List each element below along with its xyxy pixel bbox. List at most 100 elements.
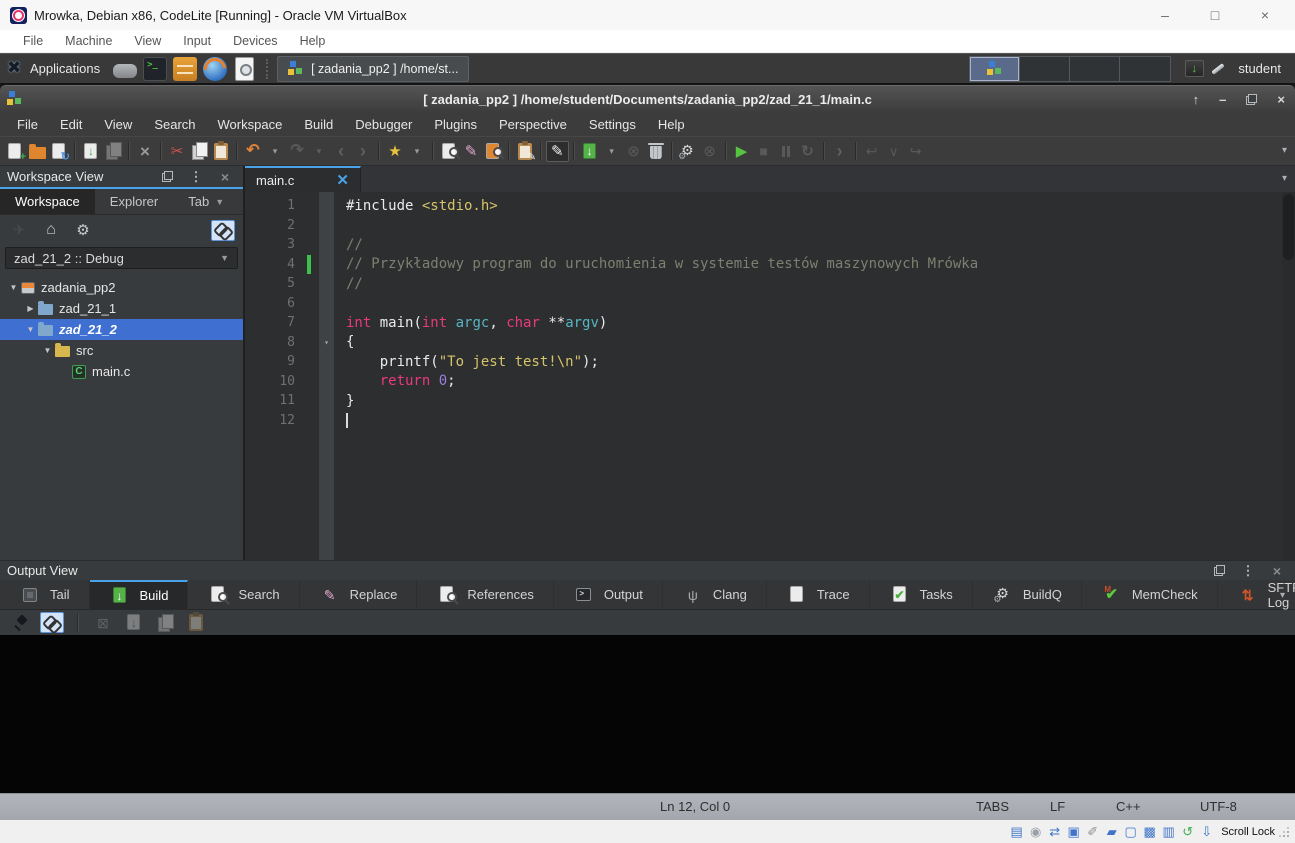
- cl-menu-item-plugins[interactable]: Plugins: [423, 117, 488, 132]
- editor-tab-main-c[interactable]: main.c ✕: [245, 166, 361, 192]
- output-tab-output[interactable]: Output: [554, 580, 663, 609]
- back-icon[interactable]: ‹: [330, 138, 352, 164]
- tools-tray-icon[interactable]: [1210, 60, 1228, 77]
- expander-icon[interactable]: ▼: [23, 325, 38, 334]
- build-dropdown-icon[interactable]: ▾: [601, 138, 623, 164]
- vbox-menu-item-machine[interactable]: Machine: [54, 34, 123, 48]
- clear-output-icon[interactable]: ⊠: [92, 610, 114, 636]
- pager-workspace-2[interactable]: [1020, 57, 1070, 81]
- tree-item-zad_21_1[interactable]: ▶zad_21_1: [0, 298, 243, 319]
- copy-icon[interactable]: [188, 138, 210, 164]
- rerun-icon[interactable]: ↻: [797, 138, 819, 164]
- codelite-titlebar[interactable]: [ zadania_pp2 ] /home/student/Documents/…: [0, 85, 1295, 112]
- tree-item-zad_21_2[interactable]: ▼zad_21_2: [0, 319, 243, 340]
- pane-menu-icon[interactable]: ⋮: [185, 164, 207, 190]
- undo-icon[interactable]: ↶: [242, 138, 264, 164]
- find-icon[interactable]: [438, 138, 460, 164]
- tree-item-main.c[interactable]: Cmain.c: [0, 361, 243, 382]
- vbox-menu-item-view[interactable]: View: [123, 34, 172, 48]
- workspace-tab-workspace[interactable]: Workspace: [0, 189, 95, 214]
- hdd-icon[interactable]: ▤: [1008, 824, 1025, 840]
- cl-menu-item-settings[interactable]: Settings: [578, 117, 647, 132]
- language-label[interactable]: C++: [1116, 799, 1141, 814]
- applications-menu-label[interactable]: Applications: [30, 61, 100, 76]
- editor-tabs-overflow-icon[interactable]: ▾: [1282, 173, 1287, 184]
- encoding-label[interactable]: UTF-8: [1200, 799, 1237, 814]
- eol-mode-label[interactable]: LF: [1050, 799, 1065, 814]
- run-icon[interactable]: ▶: [731, 138, 753, 164]
- network-icon[interactable]: ⇄: [1046, 824, 1063, 840]
- close-file-icon[interactable]: ×: [134, 138, 156, 164]
- cl-restore-button[interactable]: [1246, 94, 1257, 105]
- display-icon[interactable]: ▢: [1122, 824, 1139, 840]
- output-tab-trace[interactable]: Trace: [767, 580, 870, 609]
- updates-tray-icon[interactable]: [1185, 60, 1204, 77]
- step-in-icon[interactable]: ↪: [905, 138, 927, 164]
- save-output-icon[interactable]: ↓: [123, 610, 145, 636]
- pin-output-icon[interactable]: [9, 610, 31, 636]
- code-editor[interactable]: 1#include <stdio.h>23//4// Przykładowy p…: [245, 192, 1295, 560]
- usb-icon[interactable]: ✐: [1084, 824, 1101, 840]
- expander-icon[interactable]: ▼: [40, 346, 55, 355]
- output-tab-memcheck[interactable]: ✔MMemCheck: [1082, 580, 1218, 609]
- build-icon[interactable]: ↓: [579, 138, 601, 164]
- cl-minimize-button[interactable]: –: [1219, 93, 1226, 106]
- bookmark-icon[interactable]: ★: [384, 138, 406, 164]
- continue-icon[interactable]: ›: [829, 138, 851, 164]
- build-output-console[interactable]: [0, 635, 1295, 793]
- save-all-icon[interactable]: [102, 138, 124, 164]
- file-manager-icon[interactable]: [173, 57, 197, 81]
- stop-build-icon[interactable]: ⊗: [623, 138, 645, 164]
- goto-active-file-icon[interactable]: ✈: [8, 217, 30, 243]
- applications-menu-icon[interactable]: [6, 59, 26, 79]
- expander-icon[interactable]: ▶: [23, 304, 38, 313]
- auto-resize-icon[interactable]: ⇩: [1198, 824, 1215, 840]
- resize-grip[interactable]: [1279, 825, 1291, 839]
- save-file-icon[interactable]: ↓: [80, 138, 102, 164]
- vbox-close-button[interactable]: ×: [1257, 7, 1273, 23]
- vbox-menu-item-file[interactable]: File: [12, 34, 54, 48]
- output-tab-search[interactable]: Search: [188, 580, 299, 609]
- close-tab-icon[interactable]: ✕: [336, 171, 349, 189]
- tree-item-zadania_pp2[interactable]: ▼zadania_pp2: [0, 277, 243, 298]
- copy-output-icon[interactable]: [154, 610, 176, 636]
- reload-file-icon[interactable]: ↻: [48, 138, 70, 164]
- cl-menu-item-workspace[interactable]: Workspace: [207, 117, 294, 132]
- cl-close-button[interactable]: ×: [1277, 93, 1285, 106]
- step-out-icon[interactable]: ↩: [861, 138, 883, 164]
- pager-workspace-4[interactable]: [1120, 57, 1170, 81]
- close-pane-icon[interactable]: ×: [214, 164, 236, 190]
- bookmark-dropdown-icon[interactable]: ▾: [406, 138, 428, 164]
- vbox-menu-item-help[interactable]: Help: [289, 34, 337, 48]
- output-tab-buildq[interactable]: ⚙⚙BuildQ: [973, 580, 1082, 609]
- displays-icon[interactable]: ▣: [1065, 824, 1082, 840]
- editor-scrollbar[interactable]: [1282, 192, 1295, 560]
- terminal-icon[interactable]: [143, 57, 167, 81]
- forward-icon[interactable]: ›: [352, 138, 374, 164]
- cl-menu-item-debugger[interactable]: Debugger: [344, 117, 423, 132]
- windows-icon[interactable]: ▩: [1141, 824, 1158, 840]
- output-tab-references[interactable]: References: [417, 580, 553, 609]
- redo-icon[interactable]: ↷: [286, 138, 308, 164]
- optical-disc-icon[interactable]: ◉: [1027, 824, 1044, 840]
- output-tab-build[interactable]: ↓Build: [90, 580, 189, 609]
- cl-menu-item-help[interactable]: Help: [647, 117, 696, 132]
- float-pane-icon[interactable]: [156, 164, 178, 190]
- vbox-maximize-button[interactable]: □: [1207, 7, 1223, 23]
- stop-exec-icon[interactable]: ⊗: [699, 138, 721, 164]
- cl-menu-item-view[interactable]: View: [93, 117, 143, 132]
- fold-arrow-icon[interactable]: ▾: [319, 338, 334, 347]
- tree-item-src[interactable]: ▼src: [0, 340, 243, 361]
- step-over-icon[interactable]: ∨: [883, 138, 905, 164]
- paste-output-icon[interactable]: [185, 610, 207, 636]
- firefox-icon[interactable]: [203, 57, 227, 81]
- paste-icon[interactable]: [210, 138, 232, 164]
- home-icon[interactable]: ⌂: [40, 217, 62, 243]
- pager-workspace-1[interactable]: [970, 57, 1020, 81]
- build-config-dropdown[interactable]: zad_21_2 :: Debug ▼: [5, 247, 238, 269]
- vbox-minimize-button[interactable]: –: [1157, 7, 1173, 23]
- clean-icon[interactable]: [645, 138, 667, 164]
- cl-menu-item-build[interactable]: Build: [293, 117, 344, 132]
- output-tab-tasks[interactable]: ✔Tasks: [870, 580, 973, 609]
- find-resource-icon[interactable]: ✎: [514, 138, 536, 164]
